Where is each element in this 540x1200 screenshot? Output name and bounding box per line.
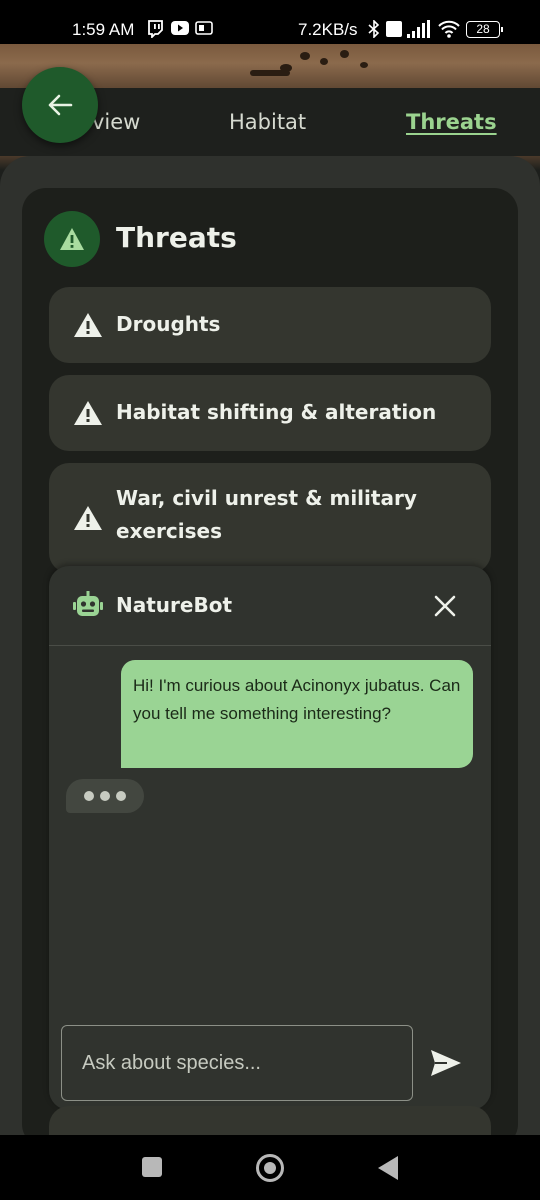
chatbot-name: NatureBot [116,593,233,617]
typing-dot [100,791,110,801]
bluetooth-icon [368,19,380,43]
typing-dot [84,791,94,801]
chat-input[interactable] [61,1025,413,1101]
battery-indicator: 28 [466,21,503,38]
threat-item-habitat-shifting[interactable]: Habitat shifting & alteration [49,375,491,451]
warning-icon [74,506,102,530]
home-button[interactable] [256,1154,284,1182]
tab-overview[interactable]: view [92,110,140,134]
chat-panel: NatureBot Hi! I'm curious about Acinonyx… [49,566,491,1110]
threat-label: Habitat shifting & alteration [116,400,437,424]
robot-icon [73,591,103,616]
typing-dot [116,791,126,801]
send-icon [431,1050,461,1076]
volte-icon [385,20,403,43]
close-icon [434,595,456,617]
wifi-icon [437,20,461,43]
chat-header: NatureBot [49,566,491,646]
section-title: Threats [116,221,237,254]
system-nav-bar [0,1135,540,1200]
network-speed: 7.2KB/s [298,20,358,39]
threat-label: War, civil unrest & military exercises [116,486,417,543]
signal-icon [407,20,431,43]
sim-icon [195,20,213,41]
tab-threats[interactable]: Threats [406,110,497,134]
tab-habitat[interactable]: Habitat [229,110,306,134]
send-button[interactable] [429,1048,463,1078]
system-back-button[interactable] [378,1156,398,1180]
warning-icon [74,401,102,425]
youtube-icon [171,20,189,41]
threat-label: Droughts [116,312,221,336]
warning-icon [74,313,102,337]
warning-icon [60,228,84,250]
close-chat-button[interactable] [431,592,459,620]
twitch-icon [147,20,163,43]
typing-indicator [66,779,144,813]
back-button[interactable] [22,67,98,143]
status-time: 1:59 AM [72,20,135,39]
threat-item-war-civil-unrest[interactable]: War, civil unrest & military exercises [49,463,491,573]
user-message: Hi! I'm curious about Acinonyx jubatus. … [121,660,473,768]
arrow-left-icon [48,94,73,116]
threat-item-droughts[interactable]: Droughts [49,287,491,363]
recents-button[interactable] [142,1157,162,1177]
threats-header-icon [44,211,100,267]
